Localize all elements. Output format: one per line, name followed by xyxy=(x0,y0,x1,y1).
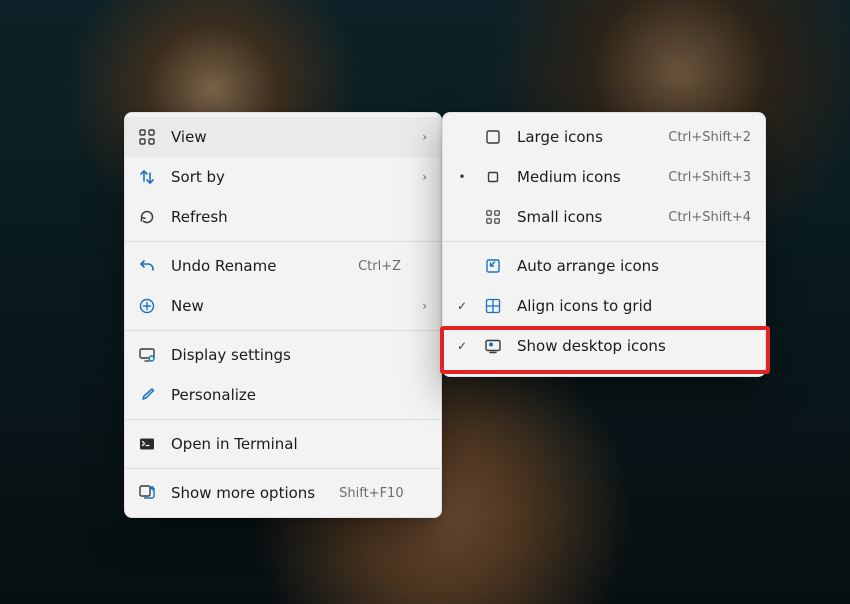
menu-item-label: Open in Terminal xyxy=(171,435,401,453)
display-settings-icon xyxy=(137,345,157,365)
menu-item-label: Small icons xyxy=(517,208,644,226)
undo-icon xyxy=(137,256,157,276)
checkmark-icon: ✓ xyxy=(455,299,469,313)
menu-separator xyxy=(125,419,441,420)
submenu-item-align-grid[interactable]: ✓ Align icons to grid xyxy=(443,286,765,326)
menu-item-refresh[interactable]: Refresh xyxy=(125,197,441,237)
menu-separator xyxy=(125,241,441,242)
checkmark-icon: ✓ xyxy=(455,339,469,353)
desktop-context-menu: View › Sort by › Refresh xyxy=(124,112,442,518)
desktop-icon xyxy=(483,336,503,356)
menu-item-label: View xyxy=(171,128,401,146)
menu-separator xyxy=(125,330,441,331)
menu-item-shortcut: Ctrl+Shift+3 xyxy=(668,170,751,185)
view-submenu: Large icons Ctrl+Shift+2 • Medium icons … xyxy=(442,112,766,377)
menu-item-shortcut: Ctrl+Shift+2 xyxy=(668,130,751,145)
menu-item-label: Auto arrange icons xyxy=(517,257,751,275)
menu-item-label: Refresh xyxy=(171,208,401,226)
new-plus-icon xyxy=(137,296,157,316)
more-options-icon xyxy=(137,483,157,503)
radio-selected-icon: • xyxy=(455,170,469,184)
menu-item-label: Personalize xyxy=(171,386,401,404)
terminal-icon xyxy=(137,434,157,454)
menu-item-shortcut: Ctrl+Shift+4 xyxy=(668,210,751,225)
menu-item-label: Undo Rename xyxy=(171,257,334,275)
menu-item-label: Show more options xyxy=(171,484,315,502)
menu-item-label: Medium icons xyxy=(517,168,644,186)
personalize-brush-icon xyxy=(137,385,157,405)
chevron-right-icon: › xyxy=(415,130,427,144)
menu-item-shortcut: Shift+F10 xyxy=(339,486,403,501)
submenu-item-show-desktop-icons[interactable]: ✓ Show desktop icons xyxy=(443,326,765,366)
menu-item-undo[interactable]: Undo Rename Ctrl+Z xyxy=(125,246,441,286)
menu-item-open-terminal[interactable]: Open in Terminal xyxy=(125,424,441,464)
menu-item-shortcut: Ctrl+Z xyxy=(358,259,401,274)
chevron-right-icon: › xyxy=(415,299,427,313)
refresh-icon xyxy=(137,207,157,227)
menu-item-label: Display settings xyxy=(171,346,401,364)
medium-icons-icon xyxy=(483,167,503,187)
sort-icon xyxy=(137,167,157,187)
menu-item-display-settings[interactable]: Display settings xyxy=(125,335,441,375)
menu-item-sort-by[interactable]: Sort by › xyxy=(125,157,441,197)
view-grid-icon xyxy=(137,127,157,147)
align-grid-icon xyxy=(483,296,503,316)
chevron-right-icon: › xyxy=(415,170,427,184)
auto-arrange-icon xyxy=(483,256,503,276)
submenu-item-small-icons[interactable]: Small icons Ctrl+Shift+4 xyxy=(443,197,765,237)
submenu-item-medium-icons[interactable]: • Medium icons Ctrl+Shift+3 xyxy=(443,157,765,197)
submenu-item-auto-arrange[interactable]: Auto arrange icons xyxy=(443,246,765,286)
menu-item-label: Sort by xyxy=(171,168,401,186)
menu-separator xyxy=(443,241,765,242)
menu-item-personalize[interactable]: Personalize xyxy=(125,375,441,415)
menu-item-new[interactable]: New › xyxy=(125,286,441,326)
menu-item-label: Align icons to grid xyxy=(517,297,751,315)
large-icons-icon xyxy=(483,127,503,147)
menu-item-label: Show desktop icons xyxy=(517,337,751,355)
menu-item-show-more-options[interactable]: Show more options Shift+F10 xyxy=(125,473,441,513)
menu-separator xyxy=(125,468,441,469)
menu-item-label: New xyxy=(171,297,401,315)
menu-item-label: Large icons xyxy=(517,128,644,146)
small-icons-icon xyxy=(483,207,503,227)
menu-item-view[interactable]: View › xyxy=(125,117,441,157)
submenu-item-large-icons[interactable]: Large icons Ctrl+Shift+2 xyxy=(443,117,765,157)
